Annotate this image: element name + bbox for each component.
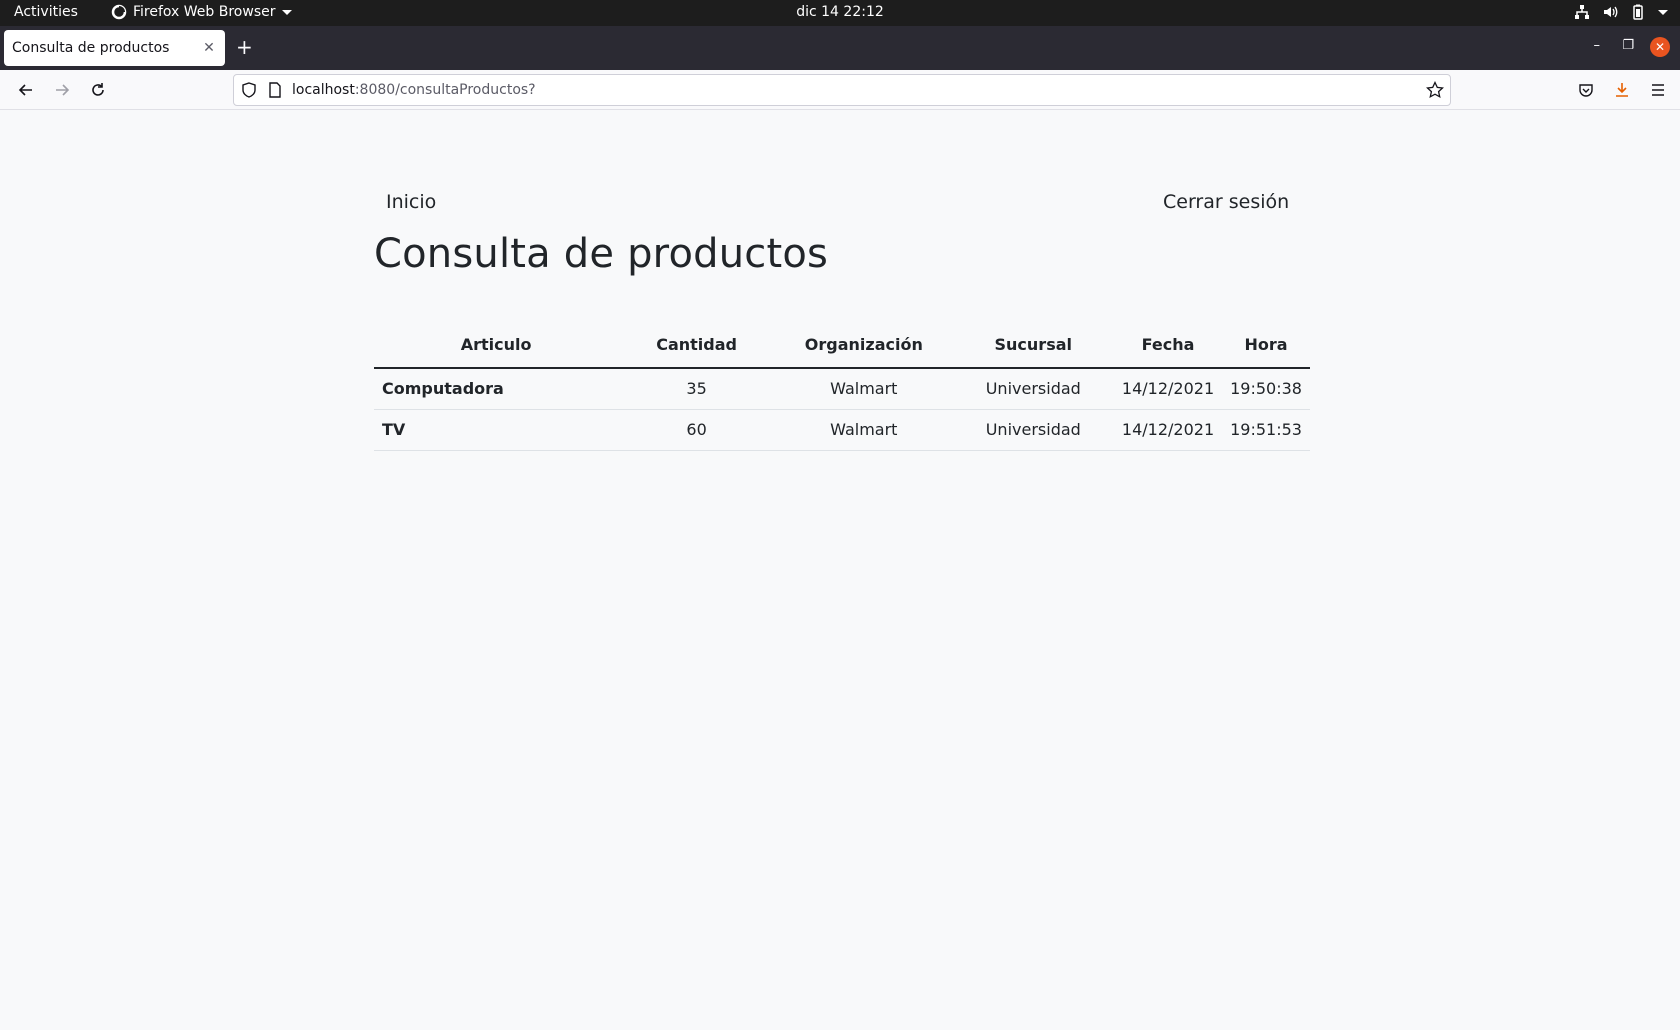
system-tray[interactable] xyxy=(1574,4,1668,20)
back-button[interactable] xyxy=(14,78,38,102)
tab-active[interactable]: Consulta de productos ✕ xyxy=(4,30,225,66)
battery-icon xyxy=(1633,4,1643,20)
close-window-icon[interactable]: ✕ xyxy=(1650,37,1670,57)
cell-fecha: 14/12/2021 xyxy=(1113,368,1223,410)
volume-icon xyxy=(1604,6,1618,18)
bookmark-star-icon[interactable] xyxy=(1426,80,1444,103)
close-tab-icon[interactable]: ✕ xyxy=(201,40,217,56)
column-header: Cantidad xyxy=(618,322,775,369)
new-tab-button[interactable]: + xyxy=(236,36,253,58)
cell-cantidad: 35 xyxy=(618,368,775,410)
system-top-bar: Activities Firefox Web Browser dic 14 22… xyxy=(0,0,1680,26)
cell-sucursal: Universidad xyxy=(952,368,1114,410)
cell-articulo: Computadora xyxy=(374,368,619,410)
pocket-button[interactable] xyxy=(1574,78,1598,102)
chevron-down-icon xyxy=(1658,9,1668,15)
page-content: Inicio Cerrar sesión Consulta de product… xyxy=(0,111,1680,1030)
url-host: localhost xyxy=(292,82,355,98)
page-icon[interactable] xyxy=(266,81,284,99)
url-path: :8080/consultaProductos? xyxy=(354,82,536,98)
forward-arrow-icon xyxy=(56,84,70,96)
hamburger-menu-icon xyxy=(1652,84,1664,96)
column-header: Articulo xyxy=(374,322,619,369)
logout-link[interactable]: Cerrar sesión xyxy=(1163,191,1289,213)
cell-organizacion: Walmart xyxy=(774,368,953,410)
column-header: Sucursal xyxy=(952,322,1114,369)
products-table: Articulo Cantidad Organización Sucursal … xyxy=(374,322,1310,451)
column-header: Fecha xyxy=(1113,322,1223,369)
cell-cantidad: 60 xyxy=(618,409,775,451)
address-bar[interactable]: localhost:8080/consultaProductos? xyxy=(233,74,1451,106)
home-link[interactable]: Inicio xyxy=(386,191,436,213)
reload-icon xyxy=(92,83,104,96)
table-header-row: Articulo Cantidad Organización Sucursal … xyxy=(374,322,1310,369)
table-row: TV 60 Walmart Universidad 14/12/2021 19:… xyxy=(374,409,1310,451)
navigation-toolbar: localhost:8080/consultaProductos? xyxy=(0,70,1680,110)
table-row: Computadora 35 Walmart Universidad 14/12… xyxy=(374,368,1310,410)
cell-hora: 19:51:53 xyxy=(1222,409,1310,451)
tab-strip: Consulta de productos ✕ + – ❐ ✕ xyxy=(0,26,1680,70)
restore-icon[interactable]: ❐ xyxy=(1622,38,1634,53)
column-header: Hora xyxy=(1222,322,1310,369)
cell-articulo: TV xyxy=(374,409,619,451)
cell-hora: 19:50:38 xyxy=(1222,368,1310,410)
reload-button[interactable] xyxy=(86,78,110,102)
column-header: Organización xyxy=(774,322,953,369)
pocket-icon xyxy=(1579,84,1593,97)
download-icon xyxy=(1616,83,1628,97)
cell-fecha: 14/12/2021 xyxy=(1113,409,1223,451)
clock[interactable]: dic 14 22:12 xyxy=(0,4,1680,20)
tab-title: Consulta de productos xyxy=(12,40,170,56)
back-arrow-icon xyxy=(18,84,32,96)
network-icon xyxy=(1575,5,1589,19)
forward-button[interactable] xyxy=(50,78,74,102)
cell-organizacion: Walmart xyxy=(774,409,953,451)
downloads-button[interactable] xyxy=(1610,78,1634,102)
shield-icon[interactable] xyxy=(240,81,258,99)
minimize-icon[interactable]: – xyxy=(1594,38,1601,53)
cell-sucursal: Universidad xyxy=(952,409,1114,451)
menu-button[interactable] xyxy=(1646,78,1670,102)
page-title: Consulta de productos xyxy=(374,231,829,277)
